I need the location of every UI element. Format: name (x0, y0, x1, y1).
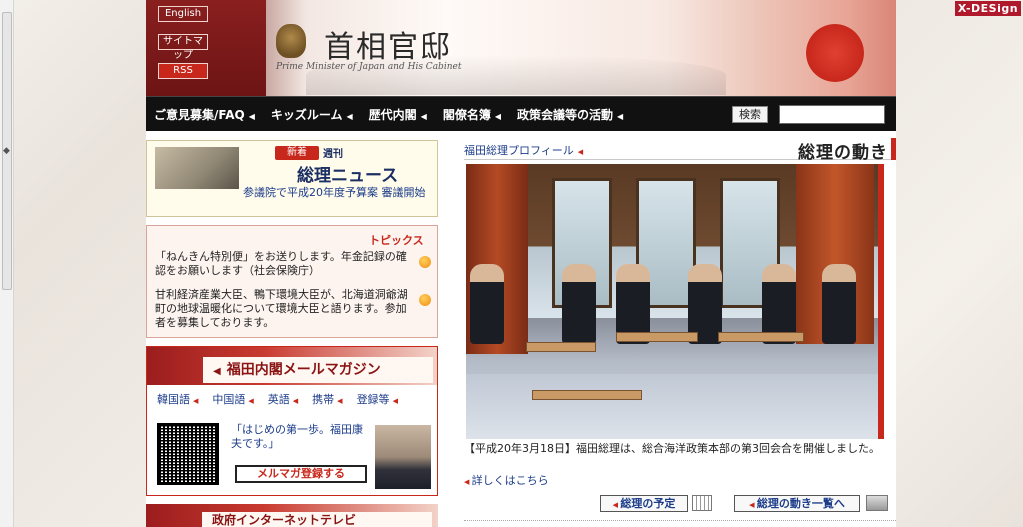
pm-activities-title: 総理の動き (798, 143, 888, 163)
header-accent-bar (891, 138, 896, 160)
nav-item-kids-room[interactable]: キッズルーム (271, 106, 353, 123)
pm-schedule-button[interactable]: 総理の予定 (600, 495, 688, 512)
search-button[interactable]: 検索 (732, 106, 768, 123)
mail-magazine-header: 福田内閣メールマガジン (147, 347, 437, 385)
site-subtitle: Prime Minister of Japan and His Cabinet (276, 62, 462, 72)
person (562, 264, 596, 344)
mail-register-button[interactable]: メルマガ登録する (235, 465, 367, 483)
scroll-arrow-icon[interactable]: ◆ (3, 146, 10, 156)
topics-title: トピックス (369, 234, 424, 247)
new-badge: 新着 (275, 146, 319, 160)
photo-caption: 【平成20年3月18日】福田総理は、総合海洋政策本部の第3回会合を開催しました。 (464, 442, 880, 455)
paulownia-crest-logo[interactable] (276, 24, 306, 58)
pm-activities-header: 福田総理プロフィール 総理の動き (464, 138, 896, 163)
vertical-scrollbar[interactable]: ◆ (0, 0, 14, 527)
bullet-orange-icon (419, 256, 431, 268)
lang-link-mobile[interactable]: 携帯 (312, 391, 342, 407)
rss-link[interactable]: RSS (158, 63, 208, 79)
news-title[interactable]: 総理ニュース (297, 161, 398, 186)
person (470, 264, 504, 344)
topic-item[interactable]: 「ねんきん特別便」をお送りします。年金記録の確認をお願いします（社会保険庁） (155, 250, 431, 278)
person (822, 264, 856, 344)
site-title[interactable]: 首相官邸 (324, 22, 452, 66)
nav-item-cabinet-list[interactable]: 閣僚名簿 (443, 106, 501, 123)
pm-profile-link[interactable]: 福田総理プロフィール (464, 142, 583, 158)
topic-text[interactable]: 甘利経済産業大臣、鴨下環境大臣が、北海道洞爺湖町の地球温暖化について環境大臣と語… (155, 288, 431, 330)
table (526, 342, 596, 352)
lang-link-korean[interactable]: 韓国語 (157, 391, 198, 407)
news-weekly-label: 週刊 (323, 149, 343, 160)
table (718, 332, 804, 342)
mail-magazine-title[interactable]: 福田内閣メールマガジン (203, 357, 433, 383)
mail-magazine-message[interactable]: 「はじめの第一歩。福田康夫です。」 (231, 423, 369, 451)
camera-icon (866, 495, 888, 511)
calendar-icon (692, 495, 712, 511)
pm-meeting-photo[interactable] (466, 164, 884, 439)
topic-item[interactable]: 甘利経済産業大臣、鴨下環境大臣が、北海道洞爺湖町の地球温暖化について環境大臣と語… (155, 288, 431, 330)
table (616, 332, 698, 342)
photo-accent-bar (878, 164, 884, 439)
qr-code-icon (157, 423, 219, 485)
lang-link-registration[interactable]: 登録等 (357, 391, 398, 407)
nav-item-feedback-faq[interactable]: ご意見募集/FAQ (154, 106, 255, 123)
details-link[interactable]: 詳しくはこちら (464, 472, 549, 488)
topic-text[interactable]: 「ねんきん特別便」をお送りします。年金記録の確認をお願いします（社会保険庁） (155, 250, 431, 278)
page-background-right (896, 0, 1023, 527)
bullet-orange-icon (419, 294, 431, 306)
topics-box: トピックス 「ねんきん特別便」をお送りします。年金記録の確認をお願いします（社会… (146, 225, 438, 338)
pm-activities-list-button[interactable]: 総理の動き一覧へ (734, 495, 860, 512)
news-headline-link[interactable]: 参議院で平成20年度予算案 審議開始 (243, 185, 433, 200)
news-thumbnail[interactable] (155, 147, 239, 189)
english-link[interactable]: English (158, 6, 208, 22)
internet-tv-title[interactable]: 政府インターネットテレビ (202, 512, 432, 527)
rising-sun-decoration (806, 24, 864, 82)
divider (464, 520, 896, 521)
pm-portrait (375, 425, 431, 489)
lang-link-english[interactable]: 英語 (268, 391, 298, 407)
page-background-left (0, 0, 146, 527)
search-input[interactable] (779, 105, 885, 124)
mail-language-links: 韓国語 中国語 英語 携帯 登録等 (157, 391, 398, 407)
nav-item-past-cabinets[interactable]: 歴代内閣 (369, 106, 427, 123)
nav-item-policy-councils[interactable]: 政策会議等の活動 (517, 106, 623, 123)
page-container: English サイトマップ RSS 首相官邸 Prime Minister o… (146, 0, 896, 527)
lang-link-chinese[interactable]: 中国語 (212, 391, 253, 407)
sitemap-link[interactable]: サイトマップ (158, 34, 208, 61)
floor (466, 374, 884, 439)
internet-tv-box[interactable]: 政府インターネットテレビ (146, 504, 438, 527)
table (532, 390, 642, 400)
mail-magazine-box: 福田内閣メールマガジン 韓国語 中国語 英語 携帯 登録等 「はじめの第一歩。福… (146, 346, 438, 496)
x-design-badge: X-DESign (955, 1, 1021, 16)
weekly-news-box[interactable]: 新着 週刊 総理ニュース 参議院で平成20年度予算案 審議開始 (146, 140, 438, 217)
site-header: English サイトマップ RSS 首相官邸 Prime Minister o… (146, 0, 896, 96)
